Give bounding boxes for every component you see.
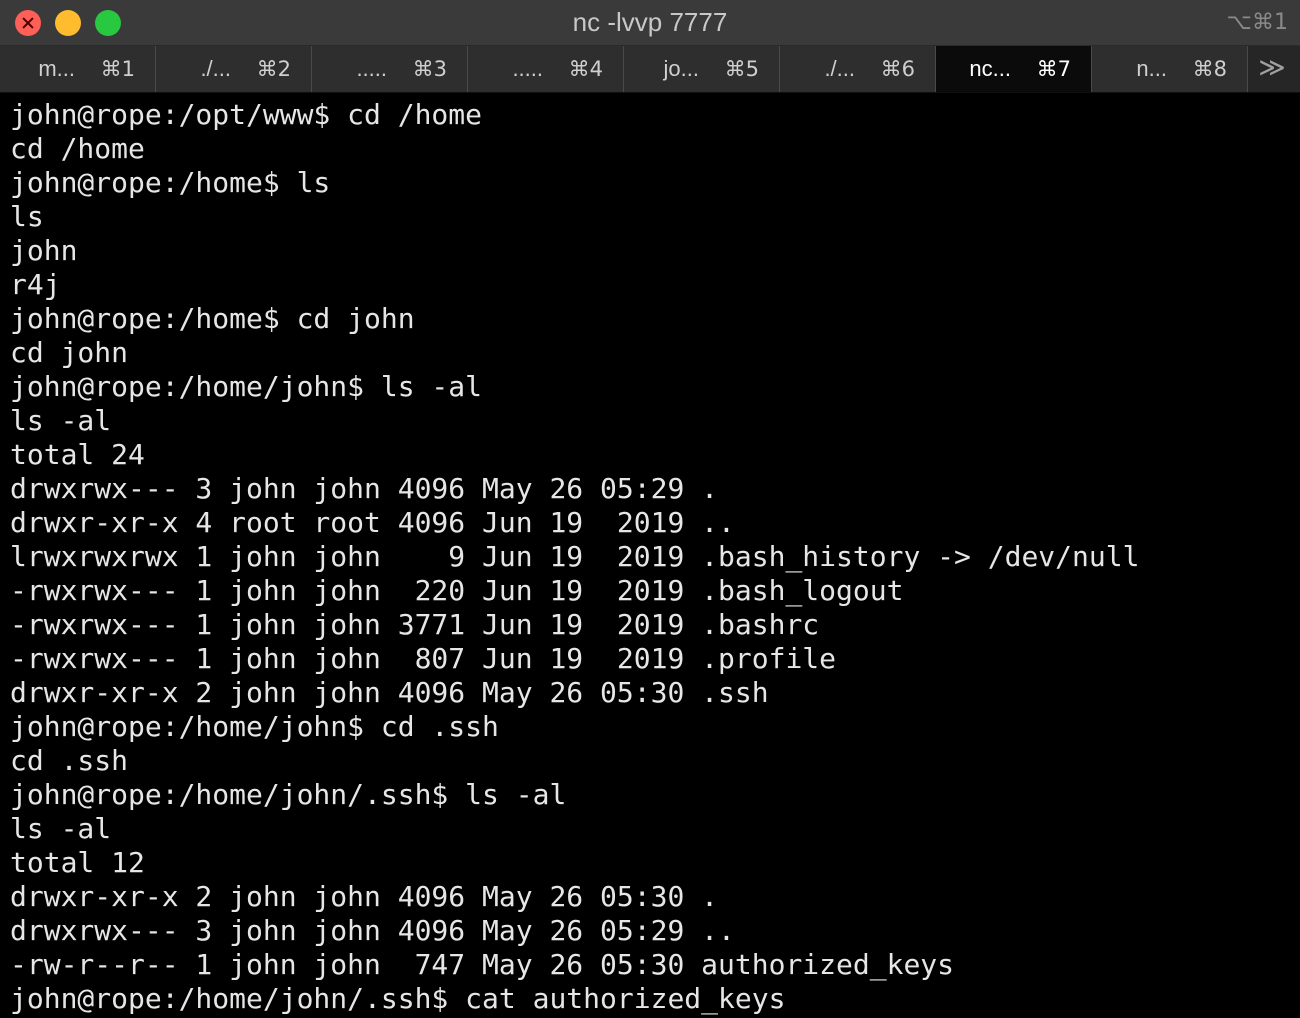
tab-title: ./... <box>824 56 855 81</box>
tab-shortcut: ⌘7 <box>1036 57 1071 81</box>
terminal-line: ls <box>10 200 44 233</box>
terminal-line: -rwxrwx--- 1 john john 220 Jun 19 2019 .… <box>10 574 904 607</box>
terminal-output[interactable]: john@rope:/opt/www$ cd /home cd /home jo… <box>0 93 1300 1018</box>
tab-bar: m... ⌘1 ./... ⌘2 ..... ⌘3 ..... ⌘4 jo...… <box>0 46 1300 93</box>
tab-7-active[interactable]: nc... ⌘7 <box>936 46 1092 92</box>
terminal-line: john@rope:/home/john$ cd .ssh <box>10 710 499 743</box>
terminal-line: john@rope:/home/john/.ssh$ ls -al <box>10 778 567 811</box>
terminal-line: drwxrwx--- 3 john john 4096 May 26 05:29… <box>10 472 719 505</box>
terminal-line: cd john <box>10 336 129 369</box>
tab-title: n... <box>1136 56 1167 81</box>
terminal-line: cd .ssh <box>10 744 129 777</box>
terminal-line: -rw-r--r-- 1 john john 747 May 26 05:30 … <box>10 948 955 981</box>
zoom-button[interactable] <box>95 10 121 36</box>
terminal-line: drwxrwx--- 3 john john 4096 May 26 05:29… <box>10 914 735 947</box>
terminal-line: drwxr-xr-x 2 john john 4096 May 26 05:30… <box>10 676 769 709</box>
tab-title: jo... <box>663 56 699 81</box>
tab-title: ..... <box>512 56 543 81</box>
terminal-line: lrwxrwxrwx 1 john john 9 Jun 19 2019 .ba… <box>10 540 1140 573</box>
terminal-line: cd /home <box>10 132 145 165</box>
terminal-line: john@rope:/opt/www$ cd /home <box>10 98 483 131</box>
tab-4[interactable]: ..... ⌘4 <box>468 46 624 92</box>
tab-shortcut: ⌘4 <box>568 57 603 81</box>
tab-1[interactable]: m... ⌘1 <box>0 46 156 92</box>
terminal-line: total 12 <box>10 846 145 879</box>
terminal-line: total 24 <box>10 438 145 471</box>
tab-shortcut: ⌘5 <box>724 57 759 81</box>
terminal-line: john@rope:/home/john$ ls -al <box>10 370 483 403</box>
tab-shortcut: ⌘2 <box>256 57 291 81</box>
tab-shortcut: ⌘1 <box>100 57 135 81</box>
tab-shortcut: ⌘3 <box>412 57 447 81</box>
tab-shortcut: ⌘6 <box>880 57 915 81</box>
title-bar[interactable]: nc -lvvp 7777 ⌥⌘1 <box>0 0 1300 46</box>
tab-title: ./... <box>200 56 231 81</box>
window-title: nc -lvvp 7777 <box>572 7 728 37</box>
terminal-line: drwxr-xr-x 2 john john 4096 May 26 05:30… <box>10 880 719 913</box>
terminal-line: john@rope:/home$ ls <box>10 166 331 199</box>
terminal-line: -rwxrwx--- 1 john john 807 Jun 19 2019 .… <box>10 642 837 675</box>
terminal-line: john@rope:/home/john/.ssh$ cat authorize… <box>10 982 786 1015</box>
tab-3[interactable]: ..... ⌘3 <box>312 46 468 92</box>
tab-title: m... <box>38 56 75 81</box>
tab-2[interactable]: ./... ⌘2 <box>156 46 312 92</box>
tab-overflow-icon[interactable]: ≫ <box>1248 46 1296 92</box>
terminal-line: -rwxrwx--- 1 john john 3771 Jun 19 2019 … <box>10 608 820 641</box>
terminal-line: john <box>10 234 78 267</box>
terminal-line: ls -al <box>10 812 112 845</box>
tab-shortcut: ⌘8 <box>1192 57 1227 81</box>
close-button[interactable] <box>15 10 41 36</box>
tab-8[interactable]: n... ⌘8 <box>1092 46 1248 92</box>
tab-6[interactable]: ./... ⌘6 <box>780 46 936 92</box>
tab-5[interactable]: jo... ⌘5 <box>624 46 780 92</box>
tab-title: nc... <box>969 56 1011 81</box>
terminal-window: nc -lvvp 7777 ⌥⌘1 m... ⌘1 ./... ⌘2 .....… <box>0 0 1300 1018</box>
tab-title: ..... <box>356 56 387 81</box>
window-shortcut-label: ⌥⌘1 <box>1226 10 1288 35</box>
terminal-line: drwxr-xr-x 4 root root 4096 Jun 19 2019 … <box>10 506 735 539</box>
minimize-button[interactable] <box>55 10 81 36</box>
terminal-line: ls -al <box>10 404 112 437</box>
terminal-line: r4j <box>10 268 61 301</box>
terminal-line: john@rope:/home$ cd john <box>10 302 415 335</box>
